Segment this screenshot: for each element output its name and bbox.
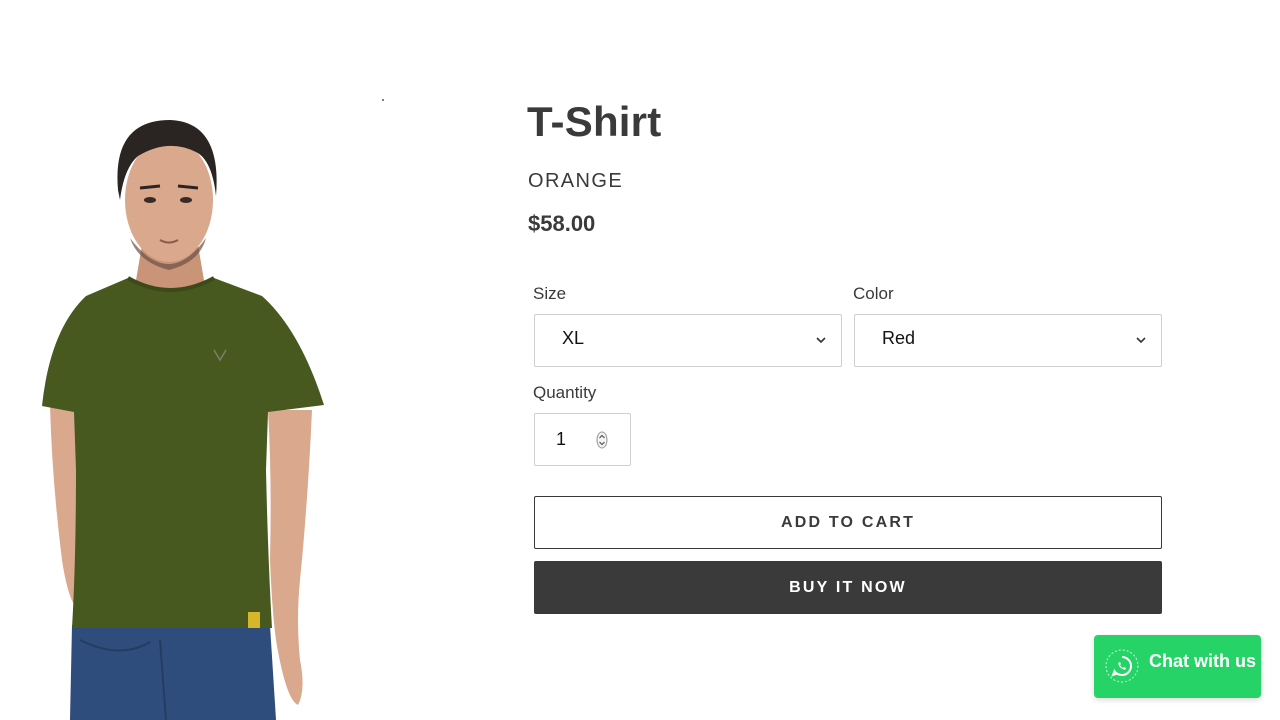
color-select[interactable]: Red [854, 314, 1162, 367]
product-image[interactable] [0, 0, 420, 720]
chevron-down-icon [1136, 337, 1146, 344]
size-selected-value: XL [562, 328, 585, 348]
chat-label: Chat with us [1149, 651, 1256, 671]
product-photo-man-olive-tshirt [42, 120, 324, 720]
product-title: T-Shirt [527, 98, 662, 145]
quantity-input[interactable]: 1 [534, 413, 631, 466]
product-info: T-Shirt ORANGE $58.00 Size XL Color Red … [527, 0, 1167, 720]
product-vendor[interactable]: ORANGE [528, 170, 623, 193]
chevron-down-icon [816, 337, 826, 344]
decorative-dot [382, 99, 384, 101]
color-label: Color [853, 284, 894, 303]
product-price: $58.00 [528, 211, 596, 236]
color-selected-value: Red [882, 328, 916, 348]
quantity-label: Quantity [533, 383, 597, 402]
size-select[interactable]: XL [534, 314, 842, 367]
add-to-cart-button[interactable]: ADD TO CART [534, 496, 1162, 549]
product-page: T-Shirt ORANGE $58.00 Size XL Color Red … [0, 0, 1280, 720]
whatsapp-icon [1105, 649, 1139, 683]
quantity-value: 1 [556, 429, 567, 449]
size-label: Size [533, 284, 567, 303]
quantity-stepper-icon[interactable] [596, 431, 608, 449]
chat-with-us-button[interactable]: Chat with us [1094, 635, 1261, 698]
buy-now-button[interactable]: BUY IT NOW [534, 561, 1162, 614]
